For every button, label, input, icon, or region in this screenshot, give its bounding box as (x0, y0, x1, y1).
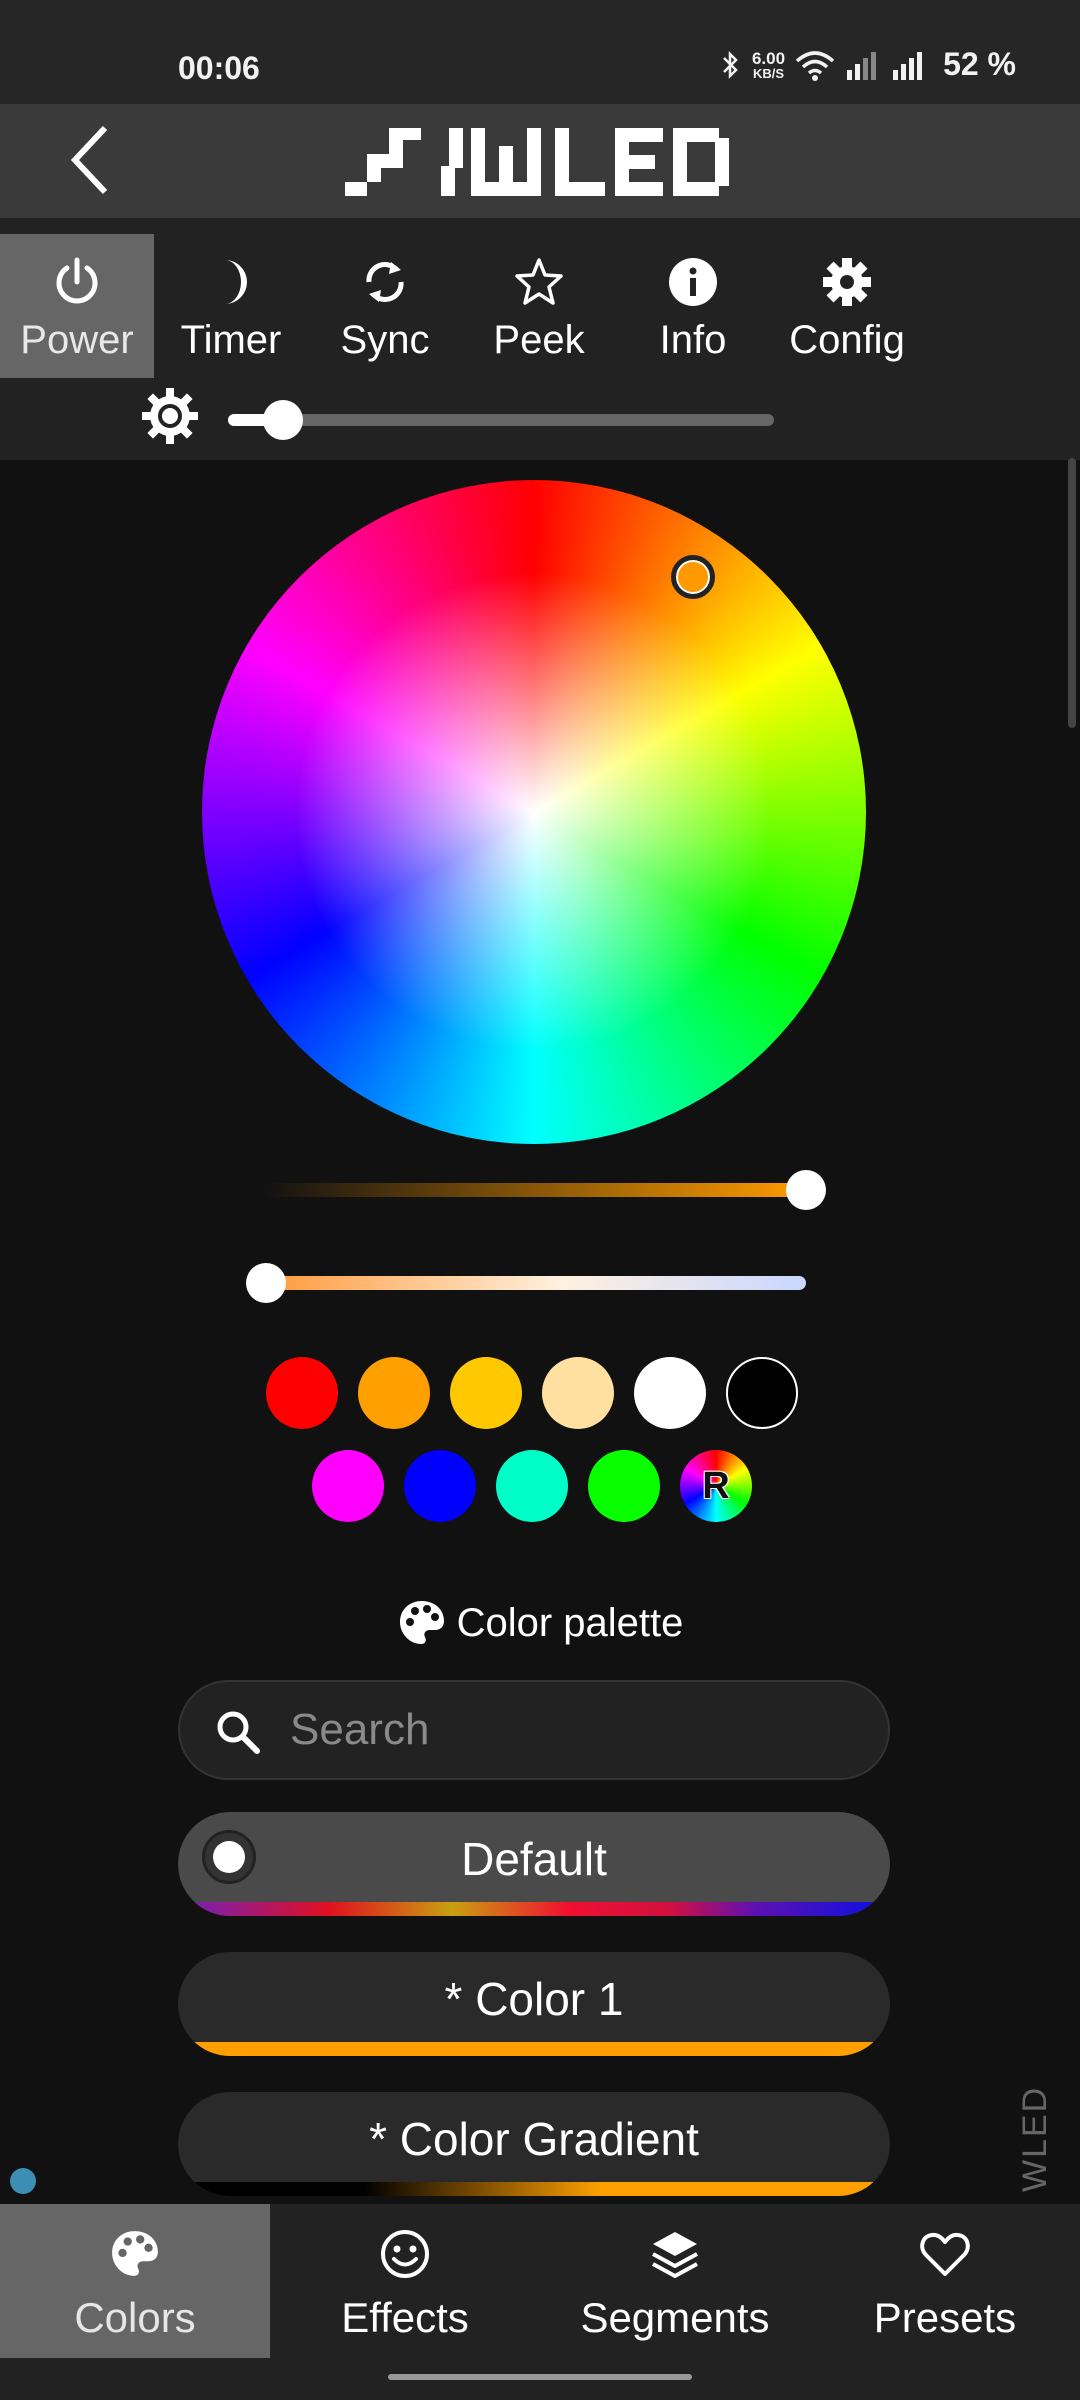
chevron-left-icon (70, 125, 108, 195)
brightness-slider[interactable] (228, 400, 774, 440)
brightness-thumb[interactable] (263, 400, 303, 440)
palette-preview-color1 (192, 2042, 876, 2056)
wifi-icon (795, 50, 835, 81)
signal-icon-2 (893, 51, 923, 80)
back-button[interactable] (50, 120, 130, 200)
status-time: 00:06 (178, 50, 260, 86)
color-wheel-gradient[interactable] (202, 480, 866, 1144)
quick-color-swatch[interactable] (588, 1450, 660, 1522)
network-speed-value: 6.00 (751, 48, 786, 68)
tab-effects-label: Effects (341, 2294, 469, 2341)
power-icon (56, 257, 98, 304)
palette-preview-default (192, 1902, 876, 1916)
kelvin-slider[interactable] (246, 1263, 806, 1303)
palette-item-default[interactable]: Default (178, 1812, 890, 1916)
value-slider-thumb[interactable] (786, 1170, 826, 1210)
quick-color-swatch[interactable] (726, 1357, 798, 1429)
quick-color-swatch[interactable] (266, 1357, 338, 1429)
status-bar: 00:06 6.00 KB/S 52 % (0, 0, 1080, 104)
palette-icon (399, 1601, 444, 1644)
heart-icon (920, 2232, 970, 2276)
tab-timer[interactable]: Timer (154, 234, 308, 378)
app-header (0, 104, 1080, 218)
kelvin-slider-thumb[interactable] (246, 1263, 286, 1303)
quick-color-swatch[interactable] (358, 1357, 430, 1429)
random-color-button[interactable]: R (680, 1450, 752, 1522)
network-speed-unit: KB/S (752, 65, 785, 81)
tab-effects[interactable]: Effects (270, 2204, 540, 2358)
bluetooth-icon (723, 50, 738, 79)
battery-level: 52 % (943, 46, 1016, 82)
tab-power[interactable]: Power (0, 234, 154, 378)
brightness-icon (142, 388, 198, 444)
tab-colors[interactable]: Colors (0, 2204, 270, 2358)
tab-timer-label: Timer (180, 318, 282, 362)
wled-logo (345, 128, 729, 196)
palette-item-label: * Color Gradient (369, 2113, 699, 2165)
palette-item-label: * Color 1 (444, 1973, 624, 2025)
brightness-row (140, 388, 780, 444)
palette-search[interactable] (178, 1680, 890, 1780)
search-input[interactable] (290, 1682, 850, 1778)
quick-color-swatch[interactable] (496, 1450, 568, 1522)
quick-color-swatch[interactable] (312, 1450, 384, 1522)
tab-power-label: Power (20, 318, 134, 362)
gear-icon (823, 258, 871, 306)
tab-sync-label: Sync (340, 318, 430, 362)
tab-config-label: Config (789, 318, 905, 362)
home-indicator[interactable] (388, 2374, 692, 2380)
tab-colors-label: Colors (74, 2294, 196, 2341)
palette-item-color-gradient[interactable]: * Color Gradient (178, 2092, 890, 2196)
random-color-label: R (702, 1464, 730, 1507)
tab-peek[interactable]: Peek (462, 234, 616, 378)
value-slider[interactable] (262, 1170, 826, 1210)
palette-preview-color-gradient (192, 2182, 876, 2196)
palette-icon (112, 2231, 158, 2276)
status-icons: 6.00 KB/S 52 % (720, 46, 1016, 83)
tab-sync[interactable]: Sync (308, 234, 462, 378)
connection-indicator (10, 2168, 36, 2194)
color-wheel[interactable] (202, 480, 866, 1144)
top-nav-row: Power Timer Sync Peek Info Config (0, 234, 924, 378)
star-icon (515, 258, 563, 305)
search-icon (217, 1711, 260, 1754)
network-speed: 6.00 KB/S (752, 50, 785, 80)
quick-color-swatch[interactable] (542, 1357, 614, 1429)
tab-peek-label: Peek (493, 318, 585, 362)
palette-item-label: Default (461, 1833, 607, 1885)
quick-color-swatch[interactable] (404, 1450, 476, 1522)
info-icon (669, 258, 717, 306)
layers-icon (652, 2232, 698, 2278)
signal-icon (847, 51, 877, 80)
tab-info[interactable]: Info (616, 234, 770, 378)
bottom-nav: Colors Effects Segments Presets (0, 2204, 1080, 2400)
quick-color-swatch[interactable] (634, 1357, 706, 1429)
tab-config[interactable]: Config (770, 234, 924, 378)
quick-color-swatch[interactable] (450, 1357, 522, 1429)
side-label: WLED (1016, 2085, 1054, 2192)
tab-presets[interactable]: Presets (810, 2204, 1080, 2358)
tab-segments-label: Segments (580, 2294, 770, 2341)
tab-presets-label: Presets (873, 2294, 1017, 2341)
sync-icon (366, 262, 404, 302)
palette-header: Color palette (0, 1598, 1080, 1648)
moon-icon (225, 260, 247, 304)
color-wheel-handle[interactable] (671, 555, 715, 599)
palette-title: Color palette (456, 1600, 684, 1645)
smiley-icon (381, 2230, 429, 2278)
scrollbar[interactable] (1068, 458, 1076, 728)
palette-item-color1[interactable]: * Color 1 (178, 1952, 890, 2056)
tab-info-label: Info (659, 318, 727, 362)
tab-segments[interactable]: Segments (540, 2204, 810, 2358)
